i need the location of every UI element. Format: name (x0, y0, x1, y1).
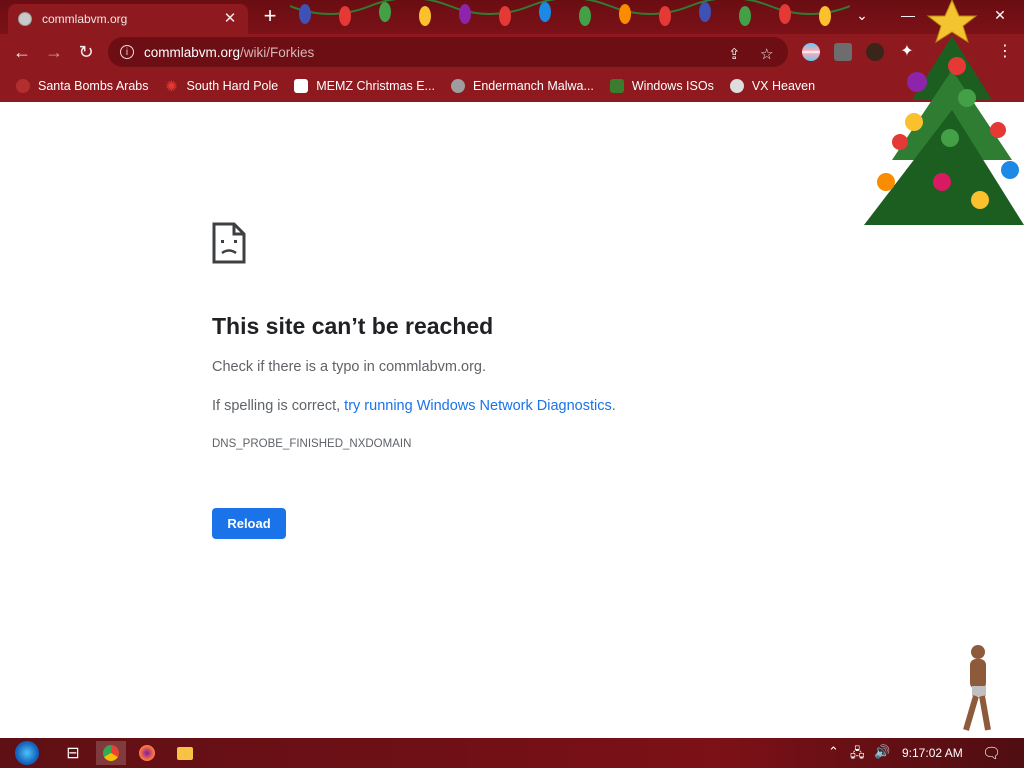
bookmark-label: Windows ISOs (631, 79, 714, 93)
bookmark-item[interactable]: Endermanch Malwa... (450, 79, 594, 93)
taskbar-chrome[interactable] (96, 741, 126, 765)
taskbar: ⊟ ⌃ 🖧 🔊 9:17:02 AM 🗨 (0, 738, 1024, 768)
tab-close-button[interactable]: ✕ (222, 11, 238, 26)
url-path: /wiki/Forkies (240, 44, 315, 60)
refresh-button[interactable]: ↻ (74, 40, 98, 64)
browser-tab[interactable]: commlabvm.org ✕ (8, 4, 248, 34)
endermanch-icon (450, 79, 465, 93)
show-hidden-icons-chevron[interactable]: ⌃ (828, 744, 839, 760)
error-title: This site can’t be reached (212, 313, 494, 339)
network-diagnostics-link[interactable]: try running Windows Network Diagnostics (344, 398, 612, 414)
bookmark-label: Endermanch Malwa... (472, 79, 594, 93)
vx-icon (729, 79, 744, 93)
new-tab-button[interactable]: + (260, 5, 280, 28)
bookmark-item[interactable]: Santa Bombs Arabs (16, 79, 148, 93)
error-code: DNS_PROBE_FINISHED_NXDOMAIN (212, 438, 412, 450)
bookmark-item[interactable]: MEMZ Christmas E... (294, 79, 435, 93)
walking-figure-decoration (963, 645, 991, 731)
christmas-tree-decoration (864, 0, 1024, 225)
bookmark-item[interactable]: Windows ISOs (609, 79, 714, 93)
info-icon[interactable]: i (120, 45, 134, 59)
suggestion-text: If spelling is correct, (212, 398, 345, 414)
santa-icon (16, 79, 30, 93)
notifications-icon[interactable]: 🗨 (982, 744, 1001, 762)
bookmark-label: MEMZ Christmas E... (316, 79, 435, 93)
reload-button[interactable]: Reload (212, 508, 286, 539)
bookmark-label: VX Heaven (751, 79, 816, 93)
extension-flag-icon[interactable] (802, 43, 820, 61)
taskbar-clock[interactable]: 9:17:02 AM (902, 746, 963, 760)
windows-start-icon (15, 741, 39, 765)
firefox-icon (139, 745, 155, 761)
network-icon[interactable]: 🖧 (850, 744, 865, 766)
bookmark-label: Santa Bombs Arabs (38, 79, 149, 93)
globe-icon (18, 12, 32, 26)
task-view-button[interactable]: ⊟ (58, 741, 88, 765)
page-content: This site can’t be reached Check if ther… (0, 0, 1024, 738)
address-bar[interactable]: i commlabvm.org/wiki/Forkies ⇪ ☆ (108, 37, 788, 67)
taskbar-file-explorer[interactable] (170, 741, 200, 765)
tab-title: commlabvm.org (42, 12, 128, 26)
folder-icon (177, 746, 193, 760)
memz-icon (294, 79, 309, 93)
error-message: Check if there is a typo in commlabvm.or… (212, 359, 486, 375)
chrome-icon (103, 745, 119, 761)
task-view-icon: ⊟ (66, 745, 80, 762)
url-host: commlabvm.org (144, 44, 241, 60)
christmas-lights-decoration (290, 0, 850, 26)
sad-page-icon (212, 222, 246, 264)
error-suggestion: If spelling is correct, try running Wind… (212, 398, 616, 414)
snowflake-icon: ✺ (165, 78, 178, 94)
bookmark-item[interactable]: ✺ South Hard Pole (164, 78, 279, 94)
bookmark-star-icon[interactable]: ☆ (760, 45, 773, 63)
start-button[interactable] (10, 738, 44, 768)
bookmark-item[interactable]: VX Heaven (729, 79, 816, 93)
bookmark-label: South Hard Pole (186, 79, 279, 93)
extension-s-icon[interactable] (834, 43, 852, 61)
back-button[interactable]: ← (10, 40, 34, 64)
windows-icon (609, 79, 624, 93)
share-icon[interactable]: ⇪ (728, 45, 741, 63)
taskbar-firefox[interactable] (132, 741, 162, 765)
forward-button[interactable]: → (42, 40, 66, 64)
volume-icon[interactable]: 🔊 (874, 744, 890, 760)
suggestion-period: . (611, 398, 616, 414)
